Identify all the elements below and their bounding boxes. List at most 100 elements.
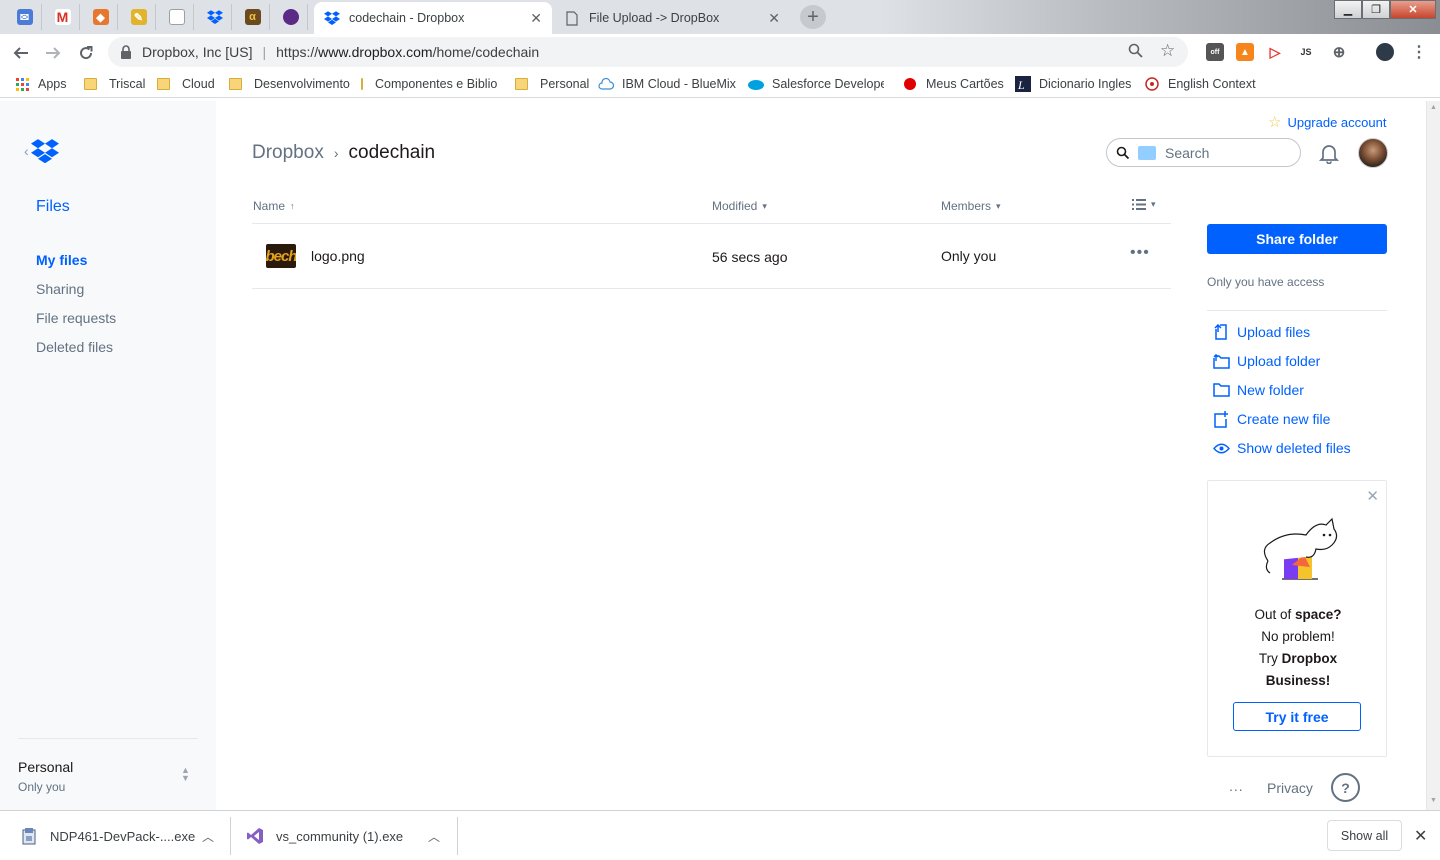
- bookmark-triscal[interactable]: Triscal: [84, 75, 145, 93]
- table-row-divider: [252, 288, 1171, 289]
- bookmark-star-icon[interactable]: ☆: [1160, 41, 1175, 61]
- create-new-file-action[interactable]: Create new file: [1212, 410, 1330, 428]
- ext-off-icon[interactable]: off: [1206, 43, 1224, 61]
- column-header-members[interactable]: Members ▾: [941, 199, 1001, 213]
- sidebar-item-sharing[interactable]: Sharing: [36, 281, 84, 297]
- new-tab-button[interactable]: +: [800, 5, 826, 29]
- apps-grid-icon: [14, 76, 30, 92]
- download-separator: [457, 817, 458, 855]
- view-toggle[interactable]: ▾: [1132, 199, 1156, 210]
- new-folder-action[interactable]: New folder: [1212, 381, 1304, 399]
- account-switcher-icon[interactable]: ▲ ▼: [181, 766, 190, 783]
- svg-text:L: L: [1017, 78, 1025, 92]
- bookmark-ibm-cloud[interactable]: IBM Cloud - BlueMix: [598, 75, 736, 93]
- menu-kebab-icon[interactable]: ⋮: [1410, 43, 1428, 61]
- file-name[interactable]: logo.png: [311, 248, 365, 264]
- reload-button[interactable]: [75, 42, 97, 64]
- inbox-icon: ✉: [16, 9, 33, 25]
- dropbox-logo-link[interactable]: ‹: [24, 139, 59, 163]
- folder-icon: [157, 78, 170, 90]
- close-tab-icon[interactable]: ✕: [530, 10, 542, 27]
- bookmark-apps[interactable]: Apps: [14, 75, 67, 93]
- pinned-tab-package[interactable]: ◆: [84, 4, 118, 30]
- download-item[interactable]: NDP461-DevPack-....exe ︿: [20, 811, 214, 860]
- address-bar[interactable]: Dropbox, Inc [US] | https://www.dropbox.…: [108, 37, 1188, 67]
- try-it-free-button[interactable]: Try it free: [1233, 702, 1361, 731]
- ext-globe-icon[interactable]: ⊕: [1330, 43, 1348, 61]
- pinned-tab-gmail[interactable]: M: [46, 4, 80, 30]
- tab-codechain[interactable]: codechain - Dropbox ✕: [314, 2, 552, 34]
- search-input[interactable]: Search: [1106, 138, 1301, 167]
- back-arrow-icon: [13, 47, 28, 59]
- page-scrollbar[interactable]: ▲ ▼: [1426, 101, 1440, 810]
- bookmark-dicionario[interactable]: L Dicionario Ingles: [1015, 75, 1131, 93]
- download-item[interactable]: vs_community (1).exe ︿: [246, 811, 440, 860]
- share-folder-button[interactable]: Share folder: [1207, 224, 1387, 254]
- site-identity: Dropbox, Inc [US]: [142, 44, 253, 60]
- bookmark-componentes[interactable]: Componentes e Biblio: [361, 75, 497, 93]
- reload-icon: [80, 46, 93, 60]
- sidebar-section-files[interactable]: Files: [36, 198, 70, 216]
- bookmark-cloud[interactable]: Cloud: [157, 75, 215, 93]
- pinned-tab-dropbox[interactable]: [198, 4, 232, 30]
- close-tab-icon[interactable]: ✕: [768, 10, 780, 27]
- caret-down-icon: ▾: [1151, 199, 1156, 209]
- list-view-icon: [1132, 199, 1146, 210]
- chevron-up-icon[interactable]: ︿: [428, 828, 440, 845]
- bookmark-meus-cartoes[interactable]: Meus Cartões: [902, 75, 1004, 93]
- tab-file-upload[interactable]: File Upload -> DropBox ✕: [554, 2, 790, 34]
- upload-files-action[interactable]: Upload files: [1212, 323, 1310, 341]
- user-avatar[interactable]: [1358, 138, 1388, 168]
- table-row[interactable]: bech logo.png 56 secs ago Only you •••: [252, 224, 1171, 288]
- zoom-icon[interactable]: [1128, 43, 1143, 62]
- pinned-tab-notes[interactable]: ✎: [122, 4, 156, 30]
- folder-icon: [361, 78, 363, 90]
- column-header-name[interactable]: Name ↑: [253, 199, 295, 213]
- close-icon[interactable]: ✕: [1366, 487, 1379, 505]
- bookmark-personal[interactable]: Personal: [515, 75, 589, 93]
- forward-button[interactable]: [42, 42, 64, 64]
- account-plan[interactable]: Personal: [18, 759, 73, 775]
- ext-js-icon[interactable]: JS: [1297, 43, 1315, 61]
- notifications-bell-icon[interactable]: [1318, 142, 1340, 165]
- close-shelf-icon[interactable]: ✕: [1414, 826, 1427, 846]
- profile-avatar-icon[interactable]: [1376, 43, 1394, 61]
- account-plan-sub: Only you: [18, 780, 66, 794]
- bookmarks-bar: Apps Triscal Cloud Desenvolvimento Compo…: [0, 70, 1440, 98]
- pinned-tab-circle[interactable]: [274, 4, 308, 30]
- breadcrumb-root[interactable]: Dropbox: [252, 142, 324, 164]
- tab-title: File Upload -> DropBox: [589, 11, 720, 25]
- scroll-down-icon: ▼: [1430, 797, 1437, 804]
- download-shelf: NDP461-DevPack-....exe ︿ vs_community (1…: [0, 810, 1440, 860]
- minimize-button[interactable]: ▁: [1334, 0, 1362, 19]
- upload-folder-action[interactable]: Upload folder: [1212, 352, 1320, 370]
- more-menu-icon[interactable]: ...: [1229, 778, 1244, 794]
- sidebar-item-my-files[interactable]: My files: [36, 252, 87, 268]
- bookmark-salesforce[interactable]: Salesforce Developer: [748, 75, 884, 93]
- maximize-button[interactable]: ❐: [1362, 0, 1390, 19]
- bookmark-english-context[interactable]: English Context: [1144, 75, 1256, 93]
- pinned-tab-document[interactable]: [160, 4, 194, 30]
- notes-icon: ✎: [130, 9, 147, 25]
- window-close-button[interactable]: ✕: [1390, 0, 1436, 19]
- more-options-icon[interactable]: •••: [1130, 244, 1150, 262]
- upgrade-account-link[interactable]: ☆ Upgrade account: [1268, 113, 1386, 131]
- file-thumbnail: bech: [266, 244, 296, 268]
- back-button[interactable]: [10, 42, 32, 64]
- privacy-link[interactable]: Privacy: [1267, 780, 1313, 796]
- show-all-downloads-button[interactable]: Show all: [1327, 820, 1402, 851]
- ext-metamask-icon[interactable]: ▲: [1236, 43, 1254, 61]
- sidebar-item-deleted-files[interactable]: Deleted files: [36, 339, 113, 355]
- column-header-modified[interactable]: Modified ▾: [712, 199, 767, 213]
- ext-cast-icon[interactable]: ▷: [1266, 43, 1284, 61]
- pinned-tab-inbox[interactable]: ✉: [8, 4, 42, 30]
- url-text: https://www.dropbox.com/home/codechain: [276, 44, 540, 60]
- show-deleted-files-action[interactable]: Show deleted files: [1212, 439, 1351, 457]
- caret-down-icon: ▾: [996, 200, 1001, 211]
- sidebar-item-file-requests[interactable]: File requests: [36, 310, 116, 326]
- help-button[interactable]: ?: [1331, 773, 1360, 802]
- document-icon: [564, 10, 580, 26]
- chevron-up-icon[interactable]: ︿: [202, 828, 214, 845]
- bookmark-desenvolvimento[interactable]: Desenvolvimento: [229, 75, 350, 93]
- pinned-tab-app[interactable]: α: [236, 4, 270, 30]
